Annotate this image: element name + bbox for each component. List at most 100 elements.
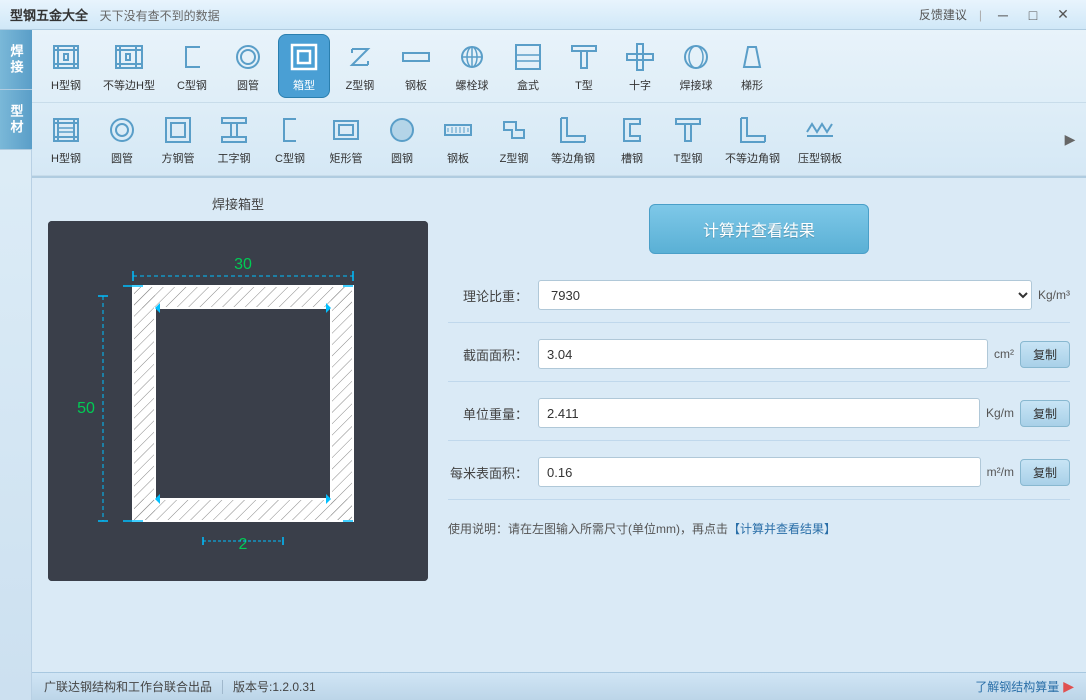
icon-h-steel[interactable]: H型钢 (40, 34, 92, 98)
icon-steel-plate[interactable]: 钢板 (390, 34, 442, 98)
surface-area-row: 每米表面积： m²/m 复制 (448, 457, 1070, 500)
area-input-wrap: cm² 复制 (538, 339, 1070, 369)
rect-tube-icon (328, 112, 364, 148)
z-steel-label: Z型钢 (346, 77, 375, 93)
feedback-link[interactable]: 反馈建议 (919, 6, 967, 23)
icon-c-steel2[interactable]: C型钢 (264, 107, 316, 171)
calc-button[interactable]: 计算并查看结果 (649, 204, 869, 254)
icon-box-type[interactable]: 盒式 (502, 34, 554, 98)
t-steel-icon (670, 112, 706, 148)
icon-z-steel[interactable]: Z型钢 (334, 34, 386, 98)
usage-note: 使用说明：请在左图输入所需尺寸(单位mm)，再点击【计算并查看结果】 (448, 520, 1070, 537)
area-row: 截面面积： cm² 复制 (448, 339, 1070, 382)
weld-ball-label: 焊接球 (679, 77, 712, 93)
right-link-arrow: ▶ (1063, 678, 1074, 695)
unit-weight-label: 单位重量： (448, 404, 528, 423)
z-steel-icon (342, 39, 378, 75)
drawing-title: 焊接箱型 (48, 194, 428, 213)
unit-weight-input[interactable] (538, 398, 980, 428)
icon-trapezoid[interactable]: 梯形 (726, 34, 778, 98)
drawing-canvas: 30 50 2 2 (48, 221, 428, 581)
icon-channel[interactable]: 槽钢 (606, 107, 658, 171)
box-type-label: 盒式 (517, 77, 539, 93)
unit-weight-copy-button[interactable]: 复制 (1020, 400, 1070, 427)
cross-icon (622, 39, 658, 75)
area-unit: cm² (994, 347, 1014, 361)
area-label: 截面面积： (448, 345, 528, 364)
c-steel-label: C型钢 (177, 77, 207, 93)
density-select[interactable]: 7930 7850 7800 (538, 280, 1032, 310)
i-beam-icon (216, 112, 252, 148)
input-panel: 计算并查看结果 理论比重： 7930 7850 7800 Kg/m³ (448, 194, 1070, 656)
unequal-angle-label: 不等边角钢 (725, 150, 780, 166)
icon-box[interactable]: 箱型 (278, 34, 330, 98)
profile-row-scroll[interactable]: ▶ (1062, 121, 1078, 157)
trapezoid-icon (734, 39, 770, 75)
channel-label: 槽钢 (621, 150, 643, 166)
press-plate-label: 压型钢板 (798, 150, 842, 166)
surface-area-copy-button[interactable]: 复制 (1020, 459, 1070, 486)
cross-label: 十字 (629, 77, 651, 93)
window-controls: 反馈建议 | ─ □ ✕ (919, 5, 1076, 25)
surface-area-input[interactable] (538, 457, 981, 487)
work-area: 焊接箱型 30 (32, 178, 1086, 672)
sidebar-tab-profile[interactable]: 型材 (0, 90, 32, 150)
welding-row: H型钢 不等边H型 C型钢 (32, 30, 1086, 103)
minimize-button[interactable]: ─ (990, 5, 1016, 25)
icon-i-beam[interactable]: 工字钢 (208, 107, 260, 171)
icon-z-steel2[interactable]: Z型钢 (488, 107, 540, 171)
svg-text:30: 30 (234, 256, 252, 273)
surface-area-unit: m²/m (987, 465, 1014, 479)
round-tube2-icon (104, 112, 140, 148)
sidebar: 焊接 型材 (0, 30, 32, 700)
z-steel2-label: Z型钢 (500, 150, 529, 166)
company-label: 广联达钢结构和工作台联合出品 (44, 678, 212, 695)
icon-press-plate[interactable]: 压型钢板 (791, 107, 849, 171)
icon-t-type[interactable]: T型 (558, 34, 610, 98)
area-copy-button[interactable]: 复制 (1020, 341, 1070, 368)
surface-area-input-wrap: m²/m 复制 (538, 457, 1070, 487)
z-steel2-icon (496, 112, 532, 148)
steel-plate2-label: 钢板 (447, 150, 469, 166)
icon-weld-ball[interactable]: 焊接球 (670, 34, 722, 98)
rect-tube-label: 矩形管 (330, 150, 363, 166)
sidebar-tab-welding[interactable]: 焊接 (0, 30, 32, 90)
icon-h-steel2[interactable]: H型钢 (40, 107, 92, 171)
bolt-ball-label: 螺栓球 (455, 77, 488, 93)
unequal-angle-icon (735, 112, 771, 148)
icon-steel-plate2[interactable]: 钢板 (432, 107, 484, 171)
t-type-label: T型 (575, 77, 593, 93)
app-slogan: 天下没有查不到的数据 (100, 9, 220, 23)
icon-cross[interactable]: 十字 (614, 34, 666, 98)
weld-ball-icon (678, 39, 714, 75)
density-label: 理论比重： (448, 286, 528, 305)
channel-icon (614, 112, 650, 148)
icon-round-tube2[interactable]: 圆管 (96, 107, 148, 171)
area-input[interactable] (538, 339, 988, 369)
round-tube-icon (230, 39, 266, 75)
equal-angle-icon (555, 112, 591, 148)
icon-bolt-ball[interactable]: 螺栓球 (446, 34, 498, 98)
icon-round-tube[interactable]: 圆管 (222, 34, 274, 98)
drawing-panel: 焊接箱型 30 (48, 194, 428, 656)
icon-t-steel[interactable]: T型钢 (662, 107, 714, 171)
icon-unequal-h[interactable]: 不等边H型 (96, 34, 162, 98)
icon-round-steel[interactable]: 圆钢 (376, 107, 428, 171)
h-steel-icon (48, 39, 84, 75)
maximize-button[interactable]: □ (1020, 5, 1046, 25)
close-button[interactable]: ✕ (1050, 5, 1076, 25)
icon-unequal-angle[interactable]: 不等边角钢 (718, 107, 787, 171)
steel-plate2-icon (440, 112, 476, 148)
trapezoid-label: 梯形 (741, 77, 763, 93)
icon-rect-tube[interactable]: 矩形管 (320, 107, 372, 171)
icon-c-steel[interactable]: C型钢 (166, 34, 218, 98)
box-type-icon (510, 39, 546, 75)
content-area: H型钢 不等边H型 C型钢 (32, 30, 1086, 700)
h-steel2-icon (48, 112, 84, 148)
icon-equal-angle[interactable]: 等边角钢 (544, 107, 602, 171)
icon-square-tube[interactable]: 方钢管 (152, 107, 204, 171)
steel-calc-link[interactable]: 了解钢结构算量 ▶ (975, 678, 1074, 695)
profile-row: H型钢 圆管 方钢管 (32, 103, 1086, 176)
c-steel-icon (174, 39, 210, 75)
h-steel2-label: H型钢 (51, 150, 81, 166)
